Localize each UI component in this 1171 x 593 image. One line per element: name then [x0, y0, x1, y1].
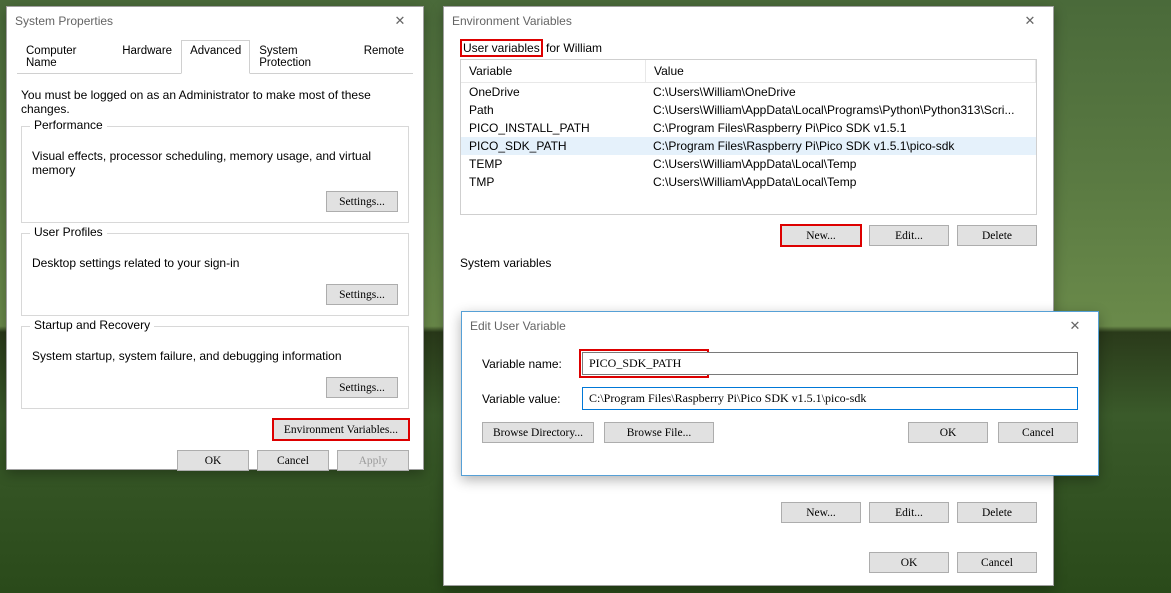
tab-system-protection[interactable]: System Protection [250, 40, 355, 74]
table-row[interactable]: PICO_SDK_PATHC:\Program Files\Raspberry … [461, 137, 1036, 155]
cell-variable: OneDrive [461, 83, 645, 101]
user-new-button[interactable]: New... [781, 225, 861, 246]
environment-variables-window: Environment Variables ✕ User variables f… [443, 6, 1054, 586]
tab-strip: Computer Name Hardware Advanced System P… [17, 39, 413, 74]
user-profiles-settings-button[interactable]: Settings... [326, 284, 398, 305]
cell-variable: PICO_SDK_PATH [461, 137, 645, 155]
system-delete-button[interactable]: Delete [957, 502, 1037, 523]
user-variables-highlight: User variables [460, 39, 543, 57]
user-profiles-label: User Profiles [30, 225, 107, 239]
user-delete-button[interactable]: Delete [957, 225, 1037, 246]
titlebar: System Properties ✕ [7, 7, 423, 35]
cell-value: C:\Users\William\AppData\Local\Programs\… [645, 101, 1036, 119]
cell-value: C:\Users\William\AppData\Local\Temp [645, 155, 1036, 173]
titlebar: Edit User Variable ✕ [462, 312, 1098, 340]
table-row[interactable]: TEMPC:\Users\William\AppData\Local\Temp [461, 155, 1036, 173]
window-title: System Properties [15, 14, 113, 28]
variable-name-input-ext[interactable] [705, 352, 1078, 375]
cell-value: C:\Users\William\AppData\Local\Temp [645, 173, 1036, 191]
variable-value-label: Variable value: [482, 392, 582, 406]
table-row[interactable]: OneDriveC:\Users\William\OneDrive [461, 83, 1036, 101]
close-icon[interactable]: ✕ [1015, 10, 1045, 32]
cell-variable: TEMP [461, 155, 645, 173]
cell-variable: Path [461, 101, 645, 119]
admin-note: You must be logged on as an Administrato… [21, 88, 409, 116]
tab-hardware[interactable]: Hardware [113, 40, 181, 74]
close-icon[interactable]: ✕ [1060, 315, 1090, 337]
startup-recovery-desc: System startup, system failure, and debu… [32, 349, 398, 363]
titlebar: Environment Variables ✕ [444, 7, 1053, 35]
cell-variable: PICO_INSTALL_PATH [461, 119, 645, 137]
user-variables-table[interactable]: Variable Value OneDriveC:\Users\William\… [460, 59, 1037, 215]
tab-computer-name[interactable]: Computer Name [17, 40, 113, 74]
system-properties-window: System Properties ✕ Computer Name Hardwa… [6, 6, 424, 470]
user-profiles-desc: Desktop settings related to your sign-in [32, 256, 398, 270]
performance-group: Performance Visual effects, processor sc… [21, 126, 409, 223]
column-variable[interactable]: Variable [461, 60, 646, 82]
apply-button: Apply [337, 450, 409, 471]
cancel-button[interactable]: Cancel [957, 552, 1037, 573]
ok-button[interactable]: OK [908, 422, 988, 443]
cancel-button[interactable]: Cancel [998, 422, 1078, 443]
column-value[interactable]: Value [646, 60, 1036, 82]
cell-value: C:\Users\William\OneDrive [645, 83, 1036, 101]
performance-label: Performance [30, 118, 107, 132]
performance-settings-button[interactable]: Settings... [326, 191, 398, 212]
table-row[interactable]: PICO_INSTALL_PATHC:\Program Files\Raspbe… [461, 119, 1036, 137]
environment-variables-button[interactable]: Environment Variables... [273, 419, 409, 440]
user-edit-button[interactable]: Edit... [869, 225, 949, 246]
table-row[interactable]: PathC:\Users\William\AppData\Local\Progr… [461, 101, 1036, 119]
browse-directory-button[interactable]: Browse Directory... [482, 422, 594, 443]
system-new-button[interactable]: New... [781, 502, 861, 523]
startup-recovery-group: Startup and Recovery System startup, sys… [21, 326, 409, 409]
user-profiles-group: User Profiles Desktop settings related t… [21, 233, 409, 316]
tab-advanced[interactable]: Advanced [181, 40, 250, 74]
variable-value-input[interactable] [582, 387, 1078, 410]
table-row[interactable]: TMPC:\Users\William\AppData\Local\Temp [461, 173, 1036, 191]
window-title: Environment Variables [452, 14, 572, 28]
window-title: Edit User Variable [470, 319, 566, 333]
cancel-button[interactable]: Cancel [257, 450, 329, 471]
close-icon[interactable]: ✕ [385, 10, 415, 32]
cell-value: C:\Program Files\Raspberry Pi\Pico SDK v… [645, 119, 1036, 137]
tab-remote[interactable]: Remote [355, 40, 413, 74]
cell-value: C:\Program Files\Raspberry Pi\Pico SDK v… [645, 137, 1036, 155]
user-variables-label: User variables for William [460, 39, 602, 57]
startup-recovery-settings-button[interactable]: Settings... [326, 377, 398, 398]
cell-variable: TMP [461, 173, 645, 191]
startup-recovery-label: Startup and Recovery [30, 318, 154, 332]
browse-file-button[interactable]: Browse File... [604, 422, 714, 443]
performance-desc: Visual effects, processor scheduling, me… [32, 149, 398, 177]
ok-button[interactable]: OK [869, 552, 949, 573]
ok-button[interactable]: OK [177, 450, 249, 471]
variable-name-input[interactable] [582, 352, 706, 375]
system-variables-label: System variables [460, 256, 551, 270]
variable-name-label: Variable name: [482, 357, 582, 371]
system-edit-button[interactable]: Edit... [869, 502, 949, 523]
edit-user-variable-window: Edit User Variable ✕ Variable name: Vari… [461, 311, 1099, 476]
